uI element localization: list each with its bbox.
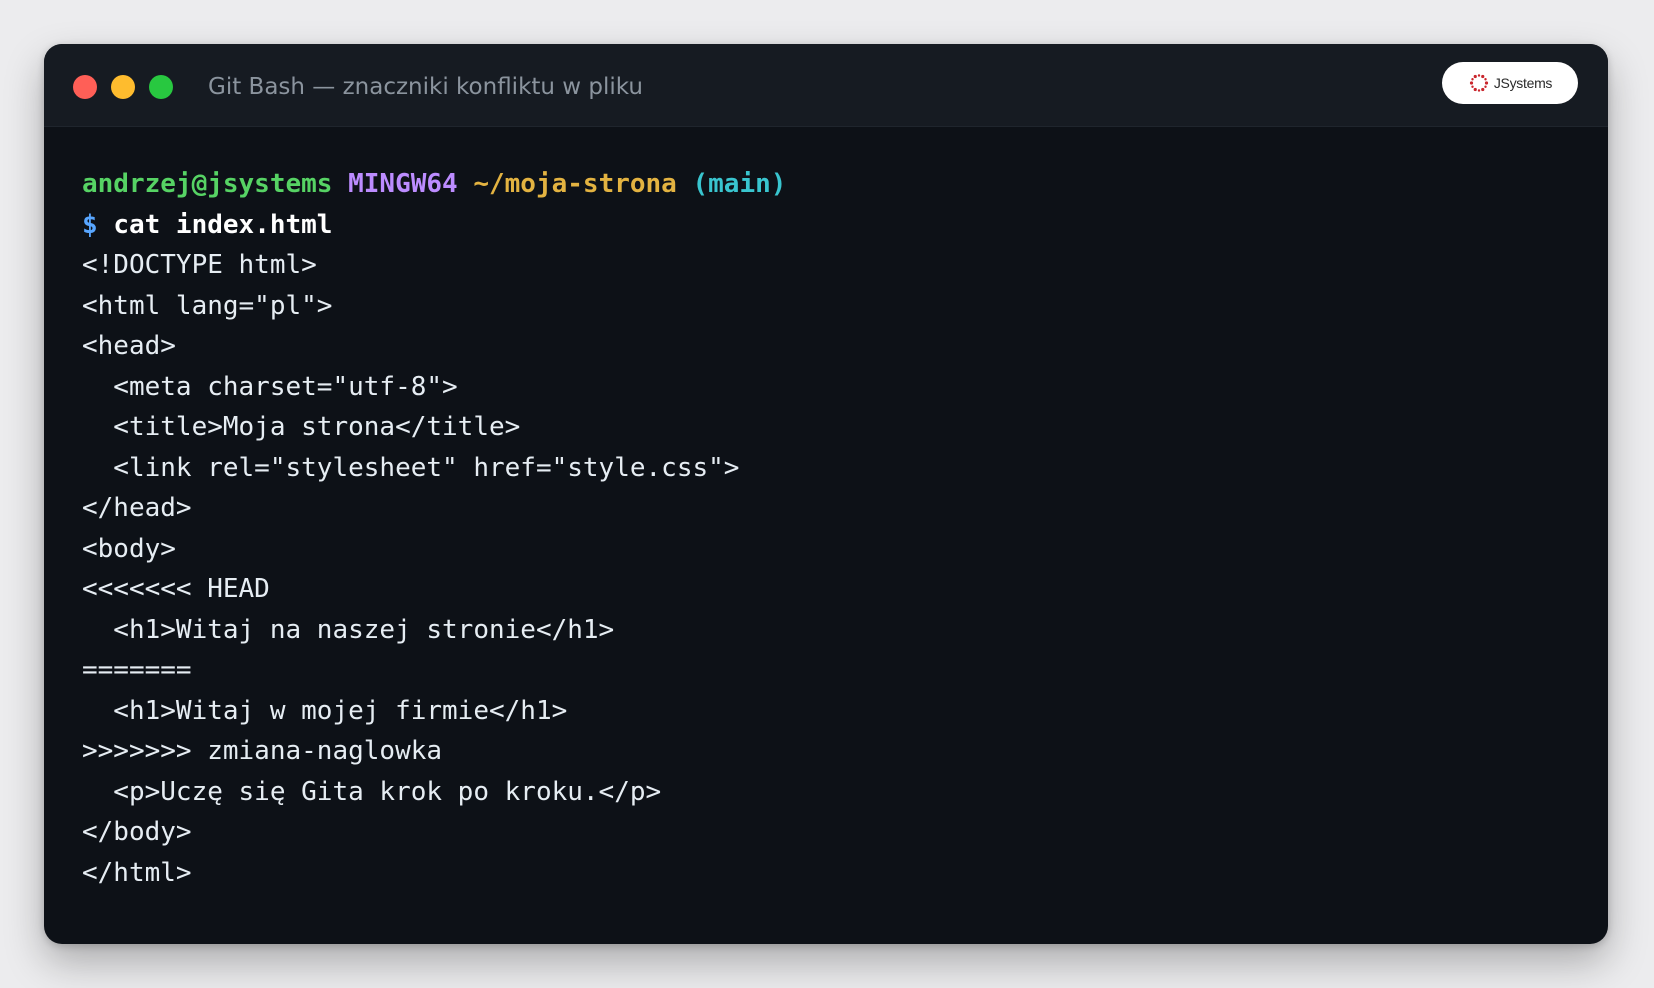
minimize-button[interactable]: [111, 75, 135, 99]
logo-dot: [1481, 87, 1485, 92]
conflict-marker-separator: =======: [82, 655, 192, 685]
logo-text: JSystems: [1493, 75, 1553, 91]
logo-dot: [1477, 89, 1481, 92]
output-line: <head>: [82, 331, 176, 361]
title-bar: Git Bash — znaczniki konfliktu w pliku J…: [44, 44, 1608, 127]
prompt-user: andrzej@jsystems: [82, 169, 333, 199]
prompt-system: MINGW64: [348, 169, 458, 199]
prompt-symbol: $: [82, 209, 98, 240]
logo-dot: [1484, 78, 1487, 81]
window-title: Git Bash — znaczniki konfliktu w pliku: [208, 74, 643, 100]
terminal-output[interactable]: andrzej@jsystems MINGW64 ~/moja-strona (…: [82, 164, 1570, 924]
output-line: <h1>Witaj w mojej firmie</h1>: [82, 695, 568, 726]
logo-dot: [1484, 81, 1488, 85]
command-line: $ cat index.html: [82, 205, 1570, 246]
prompt-path: ~/moja-strona: [473, 169, 677, 199]
command-text: cat index.html: [113, 209, 333, 240]
prompt-line: andrzej@jsystems MINGW64 ~/moja-strona (…: [82, 164, 1570, 205]
output-line: <body>: [82, 533, 176, 564]
output-line: <html lang="pl">: [82, 290, 333, 321]
jsystems-logo-icon: [1469, 74, 1488, 92]
output-line: <title>Moja strona</title>: [82, 412, 521, 442]
logo-dot: [1481, 74, 1485, 79]
output-line: <meta charset="utf-8">: [82, 371, 458, 402]
output-line: </head>: [82, 493, 192, 523]
logo-dot: [1471, 78, 1474, 81]
logo-dot: [1471, 85, 1474, 88]
logo-dot: [1473, 74, 1477, 79]
logo-dot: [1484, 85, 1487, 88]
output-line: <h1>Witaj na naszej stronie</h1>: [82, 614, 615, 645]
maximize-button[interactable]: [149, 75, 173, 99]
output-line: <p>Uczę się Gita krok po kroku.</p>: [82, 776, 662, 807]
logo-dot: [1469, 81, 1473, 85]
output-line: </html>: [82, 857, 192, 888]
jsystems-logo: JSystems: [1442, 62, 1578, 104]
output-line: <!DOCTYPE html>: [82, 250, 317, 280]
terminal-window: Git Bash — znaczniki konfliktu w pliku J…: [44, 44, 1608, 944]
logo-dot: [1477, 74, 1481, 77]
output-line: </body>: [82, 817, 192, 847]
prompt-branch: (main): [692, 169, 787, 199]
logo-dot: [1473, 87, 1477, 92]
conflict-marker-branch: >>>>>>> zmiana-naglowka: [82, 736, 443, 766]
close-button[interactable]: [73, 75, 97, 99]
output-line: <link rel="stylesheet" href="style.css">: [82, 452, 740, 483]
conflict-marker-head: <<<<<<< HEAD: [82, 574, 270, 604]
